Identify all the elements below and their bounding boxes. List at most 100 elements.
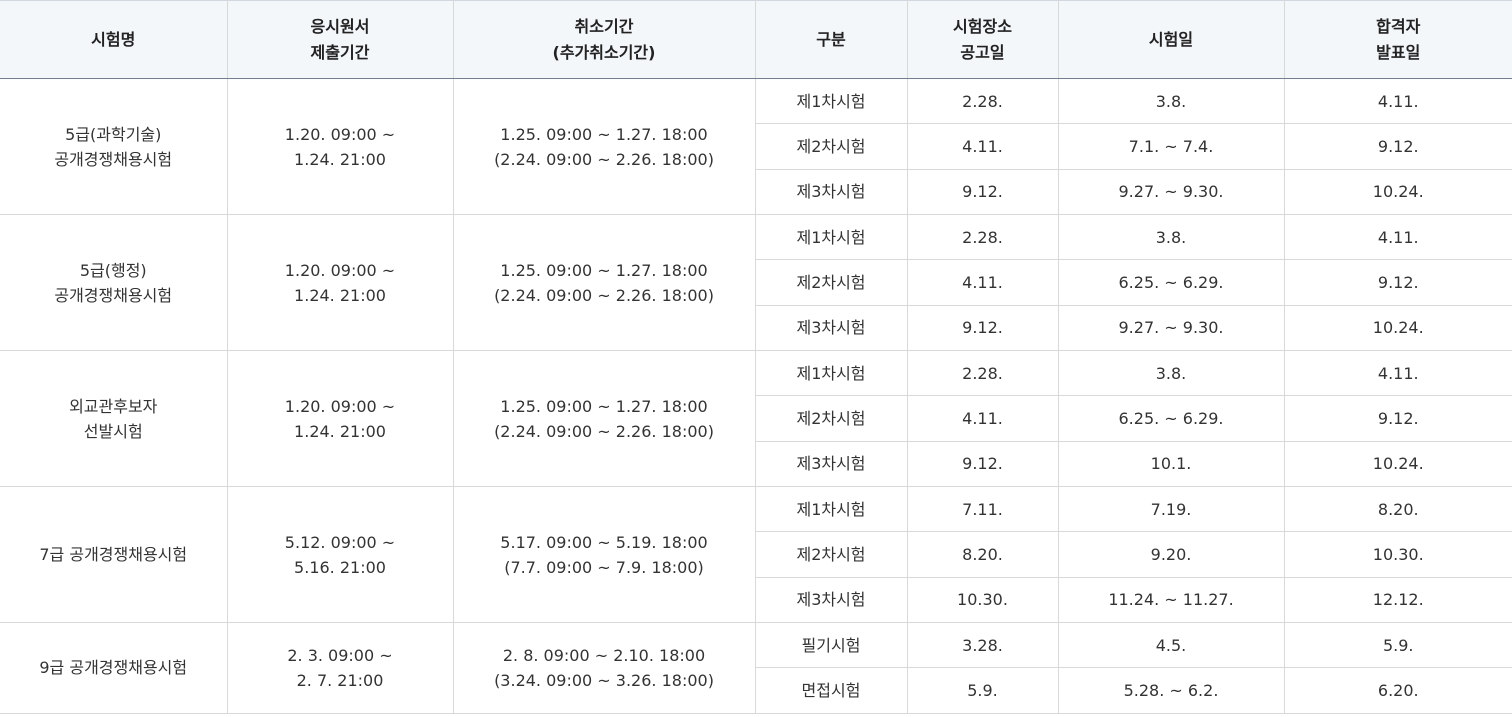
exam-date-cell: 4.5. — [1058, 622, 1285, 669]
header-label: 발표일 — [1376, 42, 1421, 62]
application-period-cell: 1.20. 09:00 ~ 1.24. 21:00 — [227, 78, 454, 216]
exam-date-cell: 10.1. — [1058, 441, 1285, 488]
exam-date-cell: 6.25. ~ 6.29. — [1058, 395, 1285, 442]
exam-name-text: 공개경쟁채용시험 — [54, 285, 173, 305]
header-label: 취소기간 — [574, 16, 634, 36]
header-label: 공고일 — [960, 42, 1005, 62]
application-period-text: 5.16. 21:00 — [294, 557, 386, 577]
exam-date-cell: 6.25. ~ 6.29. — [1058, 259, 1285, 306]
category-cell: 제1차시험 — [755, 214, 908, 261]
header-exam-name: 시험명 — [0, 0, 228, 79]
exam-date-cell: 11.24. ~ 11.27. — [1058, 577, 1285, 624]
cancel-period-cell: 2. 8. 09:00 ~ 2.10. 18:00 (3.24. 09:00 ~ … — [453, 622, 756, 714]
cancel-period-text: (2.24. 09:00 ~ 2.26. 18:00) — [494, 149, 714, 169]
application-period-cell: 1.20. 09:00 ~ 1.24. 21:00 — [227, 214, 454, 352]
application-period-text: 1.20. 09:00 ~ — [284, 260, 396, 280]
exam-name-text: 7급 공개경쟁채용시험 — [39, 545, 188, 565]
application-period-text: 2. 3. 09:00 ~ — [287, 645, 393, 665]
category-cell: 필기시험 — [755, 622, 908, 669]
exam-date-cell: 7.1. ~ 7.4. — [1058, 123, 1285, 170]
category-cell: 제2차시험 — [755, 123, 908, 170]
result-date-cell: 9.12. — [1284, 259, 1512, 306]
exam-name-text: 5급(행정) — [79, 260, 147, 280]
result-date-cell: 9.12. — [1284, 395, 1512, 442]
category-cell: 제1차시험 — [755, 350, 908, 397]
venue-notice-date-cell: 8.20. — [907, 531, 1059, 578]
cancel-period-cell: 1.25. 09:00 ~ 1.27. 18:00 (2.24. 09:00 ~ … — [453, 214, 756, 352]
header-category: 구분 — [755, 0, 908, 79]
result-date-cell: 10.24. — [1284, 441, 1512, 488]
venue-notice-date-cell: 10.30. — [907, 577, 1059, 624]
cancel-period-text: (2.24. 09:00 ~ 2.26. 18:00) — [494, 421, 714, 441]
result-date-cell: 5.9. — [1284, 622, 1512, 669]
exam-date-cell: 3.8. — [1058, 78, 1285, 125]
category-cell: 제2차시험 — [755, 531, 908, 578]
exam-name-text: 9급 공개경쟁채용시험 — [39, 658, 188, 678]
category-cell: 제2차시험 — [755, 259, 908, 306]
exam-name-text: 공개경쟁채용시험 — [54, 149, 173, 169]
cancel-period-cell: 5.17. 09:00 ~ 5.19. 18:00 (7.7. 09:00 ~ 7… — [453, 486, 756, 624]
exam-name-text: 선발시험 — [83, 421, 143, 441]
table-row: 5급(과학기술) 공개경쟁채용시험 1.20. 09:00 ~ 1.24. 21:00… — [0, 78, 1512, 216]
application-period-cell: 2. 3. 09:00 ~ 2. 7. 21:00 — [227, 622, 454, 714]
result-date-cell: 10.30. — [1284, 531, 1512, 578]
venue-notice-date-cell: 3.28. — [907, 622, 1059, 669]
cancel-period-text: 5.17. 09:00 ~ 5.19. 18:00 — [500, 532, 708, 552]
venue-notice-date-cell: 2.28. — [907, 214, 1059, 261]
venue-notice-date-cell: 9.12. — [907, 441, 1059, 488]
header-application-period: 응시원서제출기간 — [227, 0, 454, 79]
header-result-date: 합격자발표일 — [1284, 0, 1512, 79]
exam-date-cell: 3.8. — [1058, 350, 1285, 397]
result-date-cell: 8.20. — [1284, 486, 1512, 533]
exam-name-cell: 5급(과학기술) 공개경쟁채용시험 — [0, 78, 228, 216]
cancel-period-text: (7.7. 09:00 ~ 7.9. 18:00) — [504, 557, 704, 577]
exam-date-cell: 9.27. ~ 9.30. — [1058, 305, 1285, 352]
exam-date-cell: 7.19. — [1058, 486, 1285, 533]
table-row: 7급 공개경쟁채용시험 5.12. 09:00 ~ 5.16. 21:00 5.17.… — [0, 486, 1512, 624]
cancel-period-text: 1.25. 09:00 ~ 1.27. 18:00 — [500, 260, 708, 280]
exam-name-text: 5급(과학기술) — [65, 124, 162, 144]
venue-notice-date-cell: 7.11. — [907, 486, 1059, 533]
header-label: (추가취소기간) — [552, 42, 656, 62]
table-row: 9급 공개경쟁채용시험 2. 3. 09:00 ~ 2. 7. 21:00 2. 8.… — [0, 622, 1512, 714]
header-label: 시험일 — [1148, 29, 1194, 49]
header-label: 제출기간 — [310, 42, 370, 62]
venue-notice-date-cell: 2.28. — [907, 350, 1059, 397]
table-body: 5급(과학기술) 공개경쟁채용시험 1.20. 09:00 ~ 1.24. 21:00… — [0, 78, 1512, 714]
cancel-period-text: 2. 8. 09:00 ~ 2.10. 18:00 — [502, 645, 706, 665]
cancel-period-text: (3.24. 09:00 ~ 3.26. 18:00) — [494, 670, 714, 690]
category-cell: 면접시험 — [755, 667, 908, 714]
application-period-text: 1.24. 21:00 — [294, 285, 386, 305]
header-exam-date: 시험일 — [1058, 0, 1285, 79]
category-cell: 제3차시험 — [755, 441, 908, 488]
cancel-period-cell: 1.25. 09:00 ~ 1.27. 18:00 (2.24. 09:00 ~ … — [453, 350, 756, 488]
application-period-text: 1.20. 09:00 ~ — [284, 396, 396, 416]
exam-date-cell: 9.27. ~ 9.30. — [1058, 169, 1285, 216]
application-period-cell: 5.12. 09:00 ~ 5.16. 21:00 — [227, 486, 454, 624]
result-date-cell: 10.24. — [1284, 169, 1512, 216]
venue-notice-date-cell: 9.12. — [907, 169, 1059, 216]
header-label: 시험명 — [91, 29, 136, 49]
result-date-cell: 4.11. — [1284, 214, 1512, 261]
application-period-text: 1.24. 21:00 — [294, 421, 386, 441]
cancel-period-text: 1.25. 09:00 ~ 1.27. 18:00 — [500, 396, 708, 416]
header-row: 시험명 응시원서 제출기간 취소기간 (추가취소기간) 구분 시험장소 공고일 시험일 합격자 발표… — [0, 0, 1512, 79]
result-date-cell: 9.12. — [1284, 123, 1512, 170]
result-date-cell: 4.11. — [1284, 350, 1512, 397]
application-period-text: 5.12. 09:00 ~ — [284, 532, 396, 552]
venue-notice-date-cell: 4.11. — [907, 259, 1059, 306]
result-date-cell: 10.24. — [1284, 305, 1512, 352]
application-period-text: 1.20. 09:00 ~ — [284, 124, 396, 144]
result-date-cell: 6.20. — [1284, 667, 1512, 714]
header-label: 합격자 — [1376, 16, 1421, 36]
category-cell: 제3차시험 — [755, 305, 908, 352]
category-cell: 제2차시험 — [755, 395, 908, 442]
exam-name-cell: 5급(행정) 공개경쟁채용시험 — [0, 214, 228, 352]
category-cell: 제1차시험 — [755, 78, 908, 125]
header-label: 응시원서 — [310, 16, 370, 36]
application-period-text: 1.24. 21:00 — [294, 149, 386, 169]
table-header: 시험명 응시원서 제출기간 취소기간 (추가취소기간) 구분 시험장소 공고일 시험일 합격자 발표… — [0, 0, 1512, 79]
application-period-text: 2. 7. 21:00 — [296, 670, 384, 690]
header-cancel-period: 취소기간 (추가취소기간) — [453, 0, 756, 79]
exam-name-cell: 외교관후보자 선발시험 — [0, 350, 228, 488]
